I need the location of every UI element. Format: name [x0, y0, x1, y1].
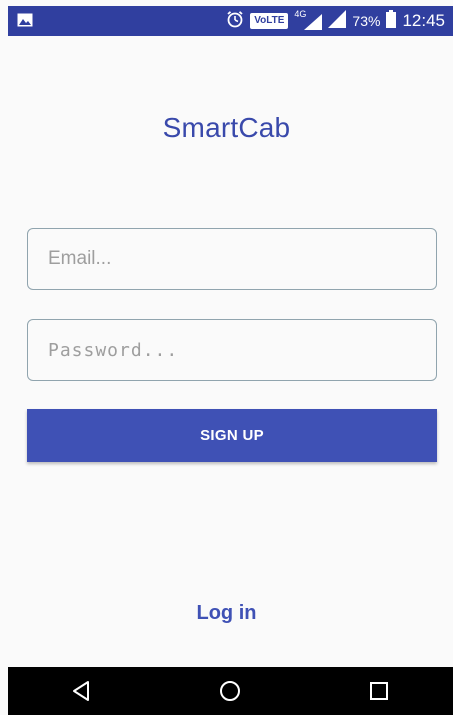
login-screen: VoLTE 4G 73% 12:45 SmartCab Email... SIG… [0, 0, 453, 715]
app-title: SmartCab [162, 112, 291, 143]
back-button[interactable] [52, 671, 112, 711]
recents-button[interactable] [349, 671, 409, 711]
email-field[interactable] [27, 228, 437, 290]
image-icon [17, 13, 33, 27]
signal-icon [328, 10, 347, 32]
sign-up-button[interactable]: SIGN UP [27, 409, 437, 462]
network-type-label: 4G [294, 9, 307, 19]
back-icon [73, 681, 90, 701]
status-icons: VoLTE 4G 73% 12:45 [226, 6, 445, 36]
password-field[interactable] [27, 319, 437, 381]
home-icon [220, 681, 241, 701]
clock: 12:45 [402, 11, 445, 30]
recents-icon [369, 682, 388, 700]
battery-percent: 73% [352, 13, 381, 29]
login-link[interactable]: Log in [0, 602, 453, 625]
status-bar: VoLTE 4G 73% 12:45 [8, 6, 453, 36]
navigation-bar [8, 667, 453, 715]
alarm-icon [226, 10, 244, 32]
volte-badge: VoLTE [250, 13, 289, 29]
home-button[interactable] [200, 671, 260, 711]
network-indicator: 4G [294, 9, 323, 30]
battery-icon [386, 10, 397, 32]
